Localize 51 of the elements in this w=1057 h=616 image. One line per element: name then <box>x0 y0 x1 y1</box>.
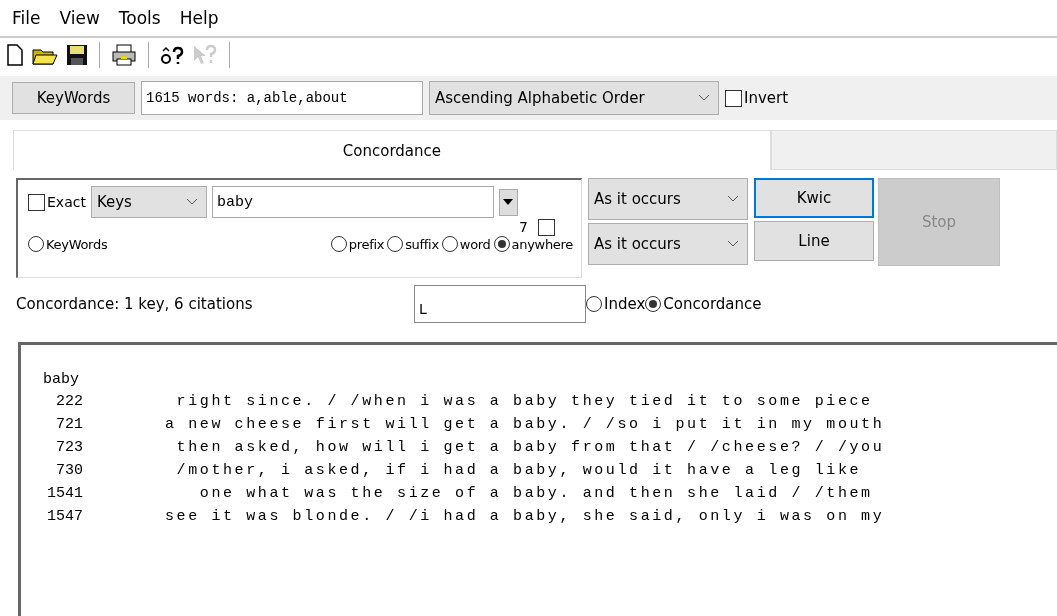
line-number: 1547 <box>46 508 83 527</box>
chevron-down-icon <box>727 240 739 248</box>
sort-dropdown[interactable]: As it occurs <box>588 223 748 265</box>
query-field[interactable]: baby <box>211 186 494 218</box>
keywords-radio[interactable]: KeyWords <box>28 236 108 252</box>
match-radio[interactable]: prefix <box>330 236 385 252</box>
line-number: 723 <box>55 439 83 458</box>
sort-dropdown[interactable]: As it occurs <box>588 178 748 220</box>
filter-field[interactable]: L <box>414 285 586 323</box>
keywords-button[interactable]: KeyWords <box>12 82 135 114</box>
save-icon[interactable] <box>66 44 88 66</box>
citation-text: /mother, i asked, if i had a baby, would it have a leg like <box>175 462 862 481</box>
pointer-help-icon <box>192 44 218 66</box>
view-mode-radio[interactable]: Concordance <box>645 295 762 313</box>
chevron-down-icon <box>698 94 710 102</box>
menu-item[interactable]: Tools <box>118 8 161 28</box>
match-radio[interactable]: anywhere <box>493 236 573 252</box>
tab[interactable]: Concordance <box>13 130 771 170</box>
count-checkbox[interactable] <box>538 218 555 236</box>
help-icon[interactable] <box>160 44 184 66</box>
citation-text: see it was blonde. / /i had a baby, she said, only i was on my <box>165 508 885 527</box>
history-dropdown-button[interactable] <box>498 188 518 216</box>
count-label: 7 <box>519 219 528 235</box>
citation-text: then asked, how will i get a baby from that / /cheese? / /you <box>175 439 885 458</box>
view-mode-radio[interactable]: Index <box>586 295 646 313</box>
line-number: 222 <box>55 393 83 412</box>
printer-icon[interactable] <box>111 44 137 66</box>
scope-dropdown[interactable]: Keys <box>90 186 207 218</box>
keywords-field[interactable]: 1615 words: a,able,about <box>141 81 423 115</box>
menu-item[interactable]: File <box>12 8 41 28</box>
chevron-down-icon <box>727 195 739 203</box>
triangle-down-icon <box>503 199 514 205</box>
status-text: Concordance: 1 key, 6 citations <box>16 295 254 313</box>
citation-text: one what was the size of a baby. and then she laid / /them <box>198 485 873 504</box>
match-radio[interactable]: suffix <box>387 236 439 252</box>
citation-text: a new cheese first will get a baby. / /so i put it in my mouth <box>165 416 885 435</box>
match-radio[interactable]: word <box>441 236 491 252</box>
keyword-heading: baby <box>43 371 80 390</box>
action-button[interactable]: Kwic <box>754 178 874 218</box>
line-number: 730 <box>55 462 83 481</box>
order-dropdown[interactable]: Ascending Alphabetic Order <box>429 81 719 115</box>
line-number: 721 <box>55 416 83 435</box>
invert-checkbox[interactable]: Invert <box>725 89 789 107</box>
citation-text: right since. / /when i was a baby they tied it to some piece <box>175 393 873 412</box>
chevron-down-icon <box>185 198 198 206</box>
action-button[interactable]: Line <box>754 221 874 261</box>
line-number: 1541 <box>46 485 83 504</box>
menu-item[interactable]: View <box>59 8 100 28</box>
new-file-icon[interactable] <box>6 44 24 66</box>
menu-item[interactable]: Help <box>179 8 219 28</box>
exact-checkbox[interactable]: Exact <box>28 193 86 211</box>
